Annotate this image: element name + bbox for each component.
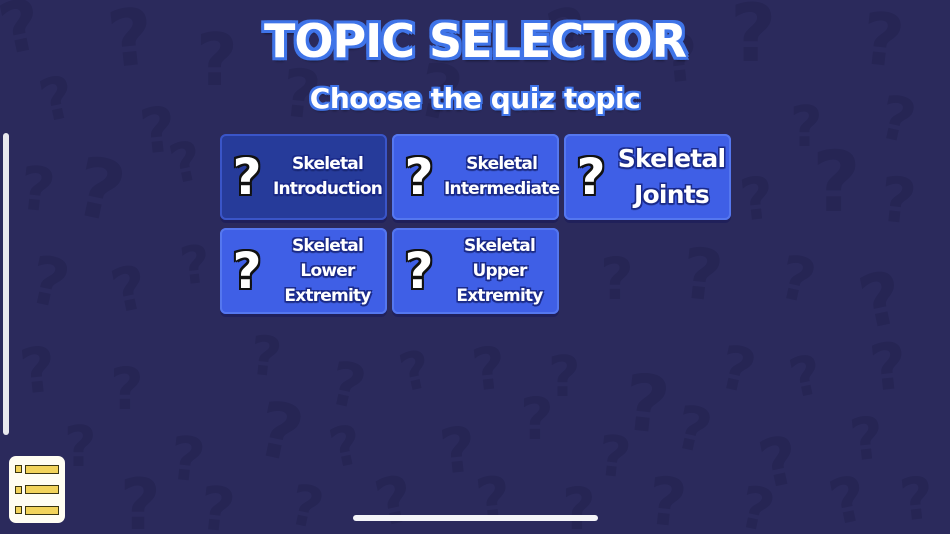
background-question-mark-icon: ? — [866, 329, 911, 407]
background-question-mark-icon: ? — [105, 252, 154, 328]
background-question-mark-icon: ? — [773, 242, 822, 318]
background-question-mark-icon: ? — [110, 355, 144, 423]
background-question-mark-icon: ? — [16, 153, 59, 227]
background-question-mark-icon: ? — [822, 461, 874, 534]
list-bullet-icon — [15, 506, 22, 514]
background-question-mark-icon: ? — [436, 412, 480, 489]
background-question-mark-icon: ? — [166, 423, 209, 497]
background-question-mark-icon: ? — [733, 472, 781, 534]
list-menu-icon-row — [15, 504, 59, 516]
background-question-mark-icon: ? — [713, 332, 762, 408]
topic-card-skeletal-lower-extremity[interactable]: ? Skeletal Lower Extremity — [220, 228, 387, 314]
background-question-mark-icon: ? — [594, 423, 634, 492]
background-question-mark-icon: ? — [752, 420, 806, 505]
list-menu-button[interactable] — [9, 456, 65, 523]
background-question-mark-icon: ? — [196, 473, 239, 534]
background-question-mark-icon: ? — [323, 412, 368, 481]
topic-card-skeletal-upper-extremity[interactable]: ? Skeletal Upper Extremity — [392, 228, 559, 314]
scroll-indicator[interactable] — [3, 133, 9, 435]
background-question-mark-icon: ? — [520, 385, 554, 453]
background-question-mark-icon: ? — [283, 472, 329, 534]
topic-card-skeletal-introduction[interactable]: ? Skeletal Introduction — [220, 134, 387, 220]
list-menu-icon-row — [15, 463, 59, 475]
topic-label: Skeletal Upper Extremity — [456, 235, 543, 306]
background-question-mark-icon: ? — [176, 234, 214, 298]
question-mark-icon: ? — [232, 242, 262, 300]
background-question-mark-icon: ? — [562, 475, 596, 534]
list-bullet-icon — [15, 485, 22, 494]
list-line-icon — [25, 505, 59, 515]
background-question-mark-icon: ? — [249, 383, 311, 480]
background-question-mark-icon: ? — [66, 139, 134, 242]
background-question-mark-icon: ? — [846, 403, 888, 475]
background-question-mark-icon: ? — [896, 463, 938, 534]
background-question-mark-icon: ? — [368, 461, 421, 534]
list-menu-icon-row — [15, 484, 59, 496]
background-question-mark-icon: ? — [619, 357, 674, 453]
page-title: TOPIC SELECTOR — [263, 14, 687, 68]
background-question-mark-icon: ? — [120, 464, 161, 534]
list-line-icon — [25, 464, 59, 474]
page-subtitle: Choose the quiz topic — [309, 82, 641, 115]
list-line-icon — [25, 485, 59, 494]
background-question-mark-icon: ? — [851, 254, 911, 346]
topic-label: Skeletal Joints — [617, 144, 726, 209]
background-question-mark-icon: ? — [394, 339, 437, 405]
list-bullet-icon — [15, 465, 22, 473]
background-question-mark-icon: ? — [246, 323, 285, 390]
background-question-mark-icon: ? — [163, 128, 208, 197]
topic-label: Skeletal Lower Extremity — [284, 235, 371, 306]
question-mark-icon: ? — [232, 148, 262, 206]
question-mark-icon: ? — [404, 148, 434, 206]
background-question-mark-icon: ? — [812, 133, 861, 231]
background-question-mark-icon: ? — [64, 415, 97, 480]
background-question-mark-icon: ? — [16, 332, 60, 409]
background-question-mark-icon: ? — [323, 348, 372, 424]
background-question-mark-icon: ? — [468, 333, 510, 405]
background-question-mark-icon: ? — [548, 345, 581, 410]
background-question-mark-icon: ? — [22, 240, 76, 325]
background-question-mark-icon: ? — [783, 342, 828, 411]
background-question-mark-icon: ? — [736, 163, 778, 235]
topic-grid: ? Skeletal Introduction ? Skeletal Inter… — [220, 134, 734, 314]
game-screen: ????????????????????????????????????????… — [0, 0, 950, 534]
home-indicator[interactable] — [353, 515, 598, 521]
background-question-mark-icon: ? — [876, 162, 920, 239]
topic-card-skeletal-intermediate[interactable]: ? Skeletal Intermediate — [392, 134, 560, 220]
background-question-mark-icon: ? — [669, 392, 718, 468]
topic-label: Skeletal Introduction — [272, 154, 383, 199]
topic-label: Skeletal Intermediate — [444, 154, 560, 199]
background-question-mark-icon: ? — [644, 462, 691, 534]
background-question-mark-icon: ? — [472, 463, 515, 534]
topic-card-skeletal-joints[interactable]: ? Skeletal Joints — [564, 134, 731, 220]
question-mark-icon: ? — [576, 148, 606, 206]
question-mark-icon: ? — [404, 242, 434, 300]
